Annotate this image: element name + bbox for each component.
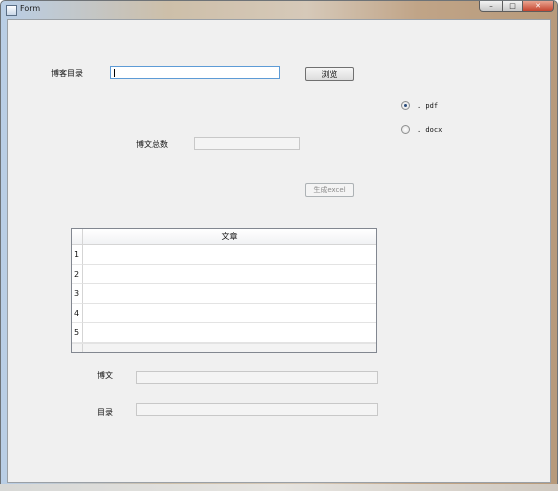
row-header[interactable]: 3	[72, 284, 83, 304]
post-label: 博文	[97, 371, 113, 380]
title-bar[interactable]: Form – □ ✕	[1, 1, 557, 19]
window-bottom-edge	[0, 484, 558, 491]
maximize-button[interactable]: □	[502, 1, 523, 12]
radio-pdf-label: . pdf	[417, 101, 439, 110]
table-cell[interactable]	[83, 245, 376, 265]
radio-docx-label: . docx	[417, 125, 443, 134]
radio-pdf[interactable]: . pdf	[401, 101, 438, 110]
table-row[interactable]: 5	[72, 323, 376, 343]
blog-dir-label: 博客目录	[51, 69, 83, 78]
toc-label: 目录	[97, 408, 113, 417]
table-cell[interactable]	[83, 304, 376, 323]
table-row[interactable]: 4	[72, 303, 376, 323]
post-count-label: 博文总数	[136, 140, 168, 149]
radio-docx[interactable]: . docx	[401, 125, 442, 134]
row-header[interactable]: 1	[72, 245, 83, 265]
row-header[interactable]: 5	[72, 323, 83, 343]
table-cell[interactable]	[83, 265, 376, 284]
table-footer-stub	[72, 344, 83, 352]
form-client-area: 博客目录 浏览 . pdf . docx 博文总数 生成excel 文章 1 2…	[7, 19, 551, 483]
window-title: Form	[20, 4, 41, 13]
table-row[interactable]: 2	[72, 264, 376, 284]
articles-table[interactable]: 文章 1 2 3 4 5	[71, 228, 377, 353]
row-header[interactable]: 4	[72, 303, 83, 323]
minimize-icon: –	[489, 2, 493, 10]
browse-button-label: 浏览	[321, 69, 338, 79]
table-corner-button[interactable]	[72, 229, 83, 245]
form-window: Form – □ ✕ 博客目录 浏览 . pdf . docx 博文总数 生成e…	[0, 0, 558, 491]
browse-button[interactable]: 浏览	[305, 67, 354, 81]
table-cell[interactable]	[83, 284, 376, 304]
blog-dir-input[interactable]	[110, 66, 280, 79]
post-field	[136, 371, 378, 384]
toc-field	[136, 403, 378, 416]
table-row[interactable]: 1	[72, 245, 376, 265]
table-header: 文章	[72, 229, 376, 245]
table-horizontal-scroll-area[interactable]	[72, 343, 376, 352]
close-button[interactable]: ✕	[522, 1, 554, 12]
close-icon: ✕	[535, 2, 541, 10]
maximize-icon: □	[509, 2, 516, 10]
generate-excel-button[interactable]: 生成excel	[305, 183, 354, 197]
minimize-button[interactable]: –	[479, 1, 503, 12]
text-caret	[114, 69, 115, 77]
radio-docx-icon[interactable]	[401, 125, 410, 134]
radio-pdf-icon[interactable]	[401, 101, 410, 110]
window-app-icon	[6, 5, 17, 16]
column-header-articles[interactable]: 文章	[83, 229, 376, 245]
table-row[interactable]: 3	[72, 284, 376, 304]
row-header[interactable]: 2	[72, 264, 83, 284]
table-cell[interactable]	[83, 323, 376, 343]
post-count-field	[194, 137, 300, 150]
generate-excel-label: 生成excel	[313, 186, 346, 194]
